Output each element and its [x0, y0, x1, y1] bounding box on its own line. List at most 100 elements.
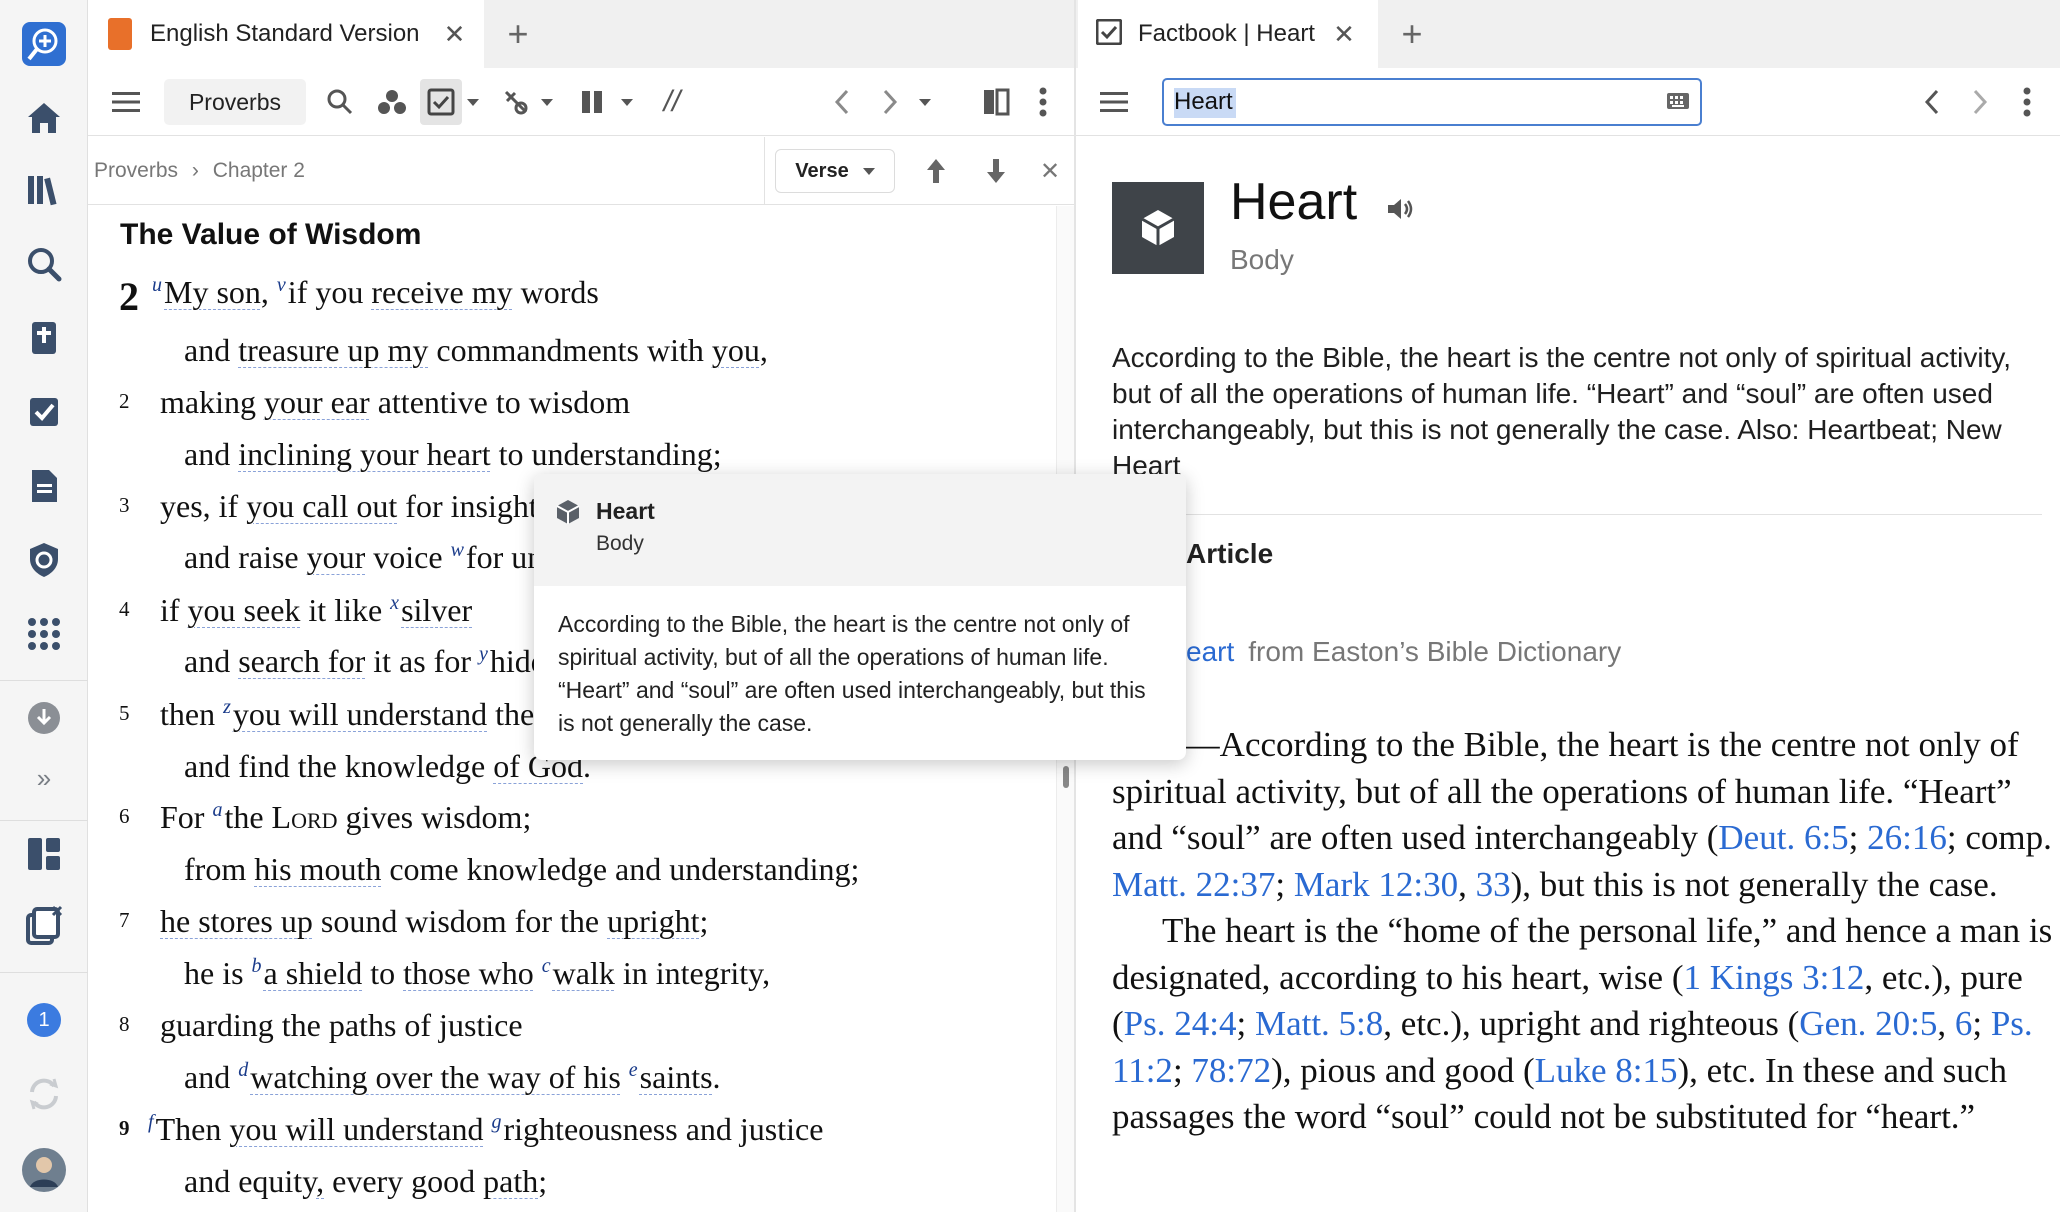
inline-tool-icon[interactable]	[496, 82, 536, 122]
verse-line[interactable]: uMy son, vif you receive my words	[152, 274, 599, 311]
logos-logo-icon[interactable]	[20, 20, 68, 68]
clipboard-close-icon[interactable]	[20, 902, 68, 950]
section-heading: The Value of Wisdom	[120, 218, 422, 251]
expand-icon[interactable]: »	[20, 754, 68, 802]
rail-divider-2	[0, 820, 88, 821]
add-tab-button[interactable]: +	[1392, 14, 1432, 54]
verse-number: 9	[119, 1116, 130, 1140]
tab-factbook[interactable]: Factbook | Heart ✕	[1078, 0, 1378, 68]
breadcrumb-book[interactable]: Proverbs	[94, 159, 178, 182]
verse-line[interactable]: fThen you will understand grighteousness…	[148, 1111, 823, 1148]
breadcrumb: Proverbs › Chapter 2	[94, 159, 305, 183]
reading-plan-icon[interactable]	[420, 79, 462, 125]
verse-line[interactable]: For athe Lord gives wisdom;	[160, 799, 531, 836]
scripture-link[interactable]: 78:72	[1191, 1051, 1271, 1090]
close-tab-icon[interactable]: ✕	[1329, 19, 1359, 50]
document-icon[interactable]	[20, 462, 68, 510]
apps-grid-icon[interactable]	[20, 610, 68, 658]
verse-line[interactable]: making your ear attentive to wisdom	[160, 384, 630, 421]
rail-divider-3	[0, 972, 88, 973]
bible-icon[interactable]	[20, 314, 68, 362]
add-tab-button[interactable]: +	[498, 14, 538, 54]
forward-icon[interactable]	[1960, 82, 2000, 122]
download-icon[interactable]	[20, 694, 68, 742]
parallel-icon[interactable]: //	[652, 82, 692, 122]
right-tabstrip: Factbook | Heart ✕ +	[1076, 0, 2060, 68]
factbook-title: Heart	[1230, 172, 1414, 235]
sync-icon[interactable]	[20, 1070, 68, 1118]
forward-icon[interactable]	[870, 82, 910, 122]
back-icon[interactable]	[822, 82, 862, 122]
panel-menu-icon[interactable]	[1094, 82, 1134, 122]
history-dropdown[interactable]	[916, 82, 934, 122]
verse-line[interactable]: and dwatching over the way of his esaint…	[184, 1059, 721, 1096]
bible-toolbar: Proverbs //	[88, 68, 1074, 136]
breadcrumb-separator: ›	[191, 159, 199, 182]
factbook-search-box[interactable]	[1162, 78, 1702, 126]
article-link[interactable]: eart	[1186, 636, 1234, 667]
columns-dropdown[interactable]	[618, 82, 636, 122]
user-avatar[interactable]	[20, 1146, 68, 1194]
verse-select[interactable]: Verse	[775, 149, 895, 193]
close-location-bar-icon[interactable]: ✕	[1030, 151, 1070, 191]
scripture-link[interactable]: Gen. 20:5	[1799, 1004, 1937, 1043]
visual-filter-icon[interactable]	[372, 82, 412, 122]
verse-line[interactable]: and inclining your heart to understandin…	[184, 436, 722, 473]
search-icon[interactable]	[320, 82, 360, 122]
search-icon[interactable]	[20, 240, 68, 288]
verse-line[interactable]: and treasure up my commandments with you…	[184, 332, 768, 369]
split-view-icon[interactable]	[976, 82, 1016, 122]
verse-line[interactable]: if you seek it like xsilver	[160, 592, 472, 629]
app-rail: » 1	[0, 0, 88, 1212]
popup-subtitle: Body	[596, 532, 644, 555]
more-options-icon[interactable]	[2012, 82, 2042, 122]
rail-divider	[0, 680, 88, 681]
pronunciation-speaker-icon[interactable]	[1386, 175, 1414, 235]
chapter-number: 2	[119, 274, 139, 319]
scripture-link[interactable]: 1 Kings 3:12	[1683, 958, 1864, 997]
back-icon[interactable]	[1912, 82, 1952, 122]
scripture-link[interactable]: Matt. 22:37	[1112, 865, 1275, 904]
layouts-icon[interactable]	[20, 830, 68, 878]
panel-menu-icon[interactable]	[106, 82, 146, 122]
verse-line[interactable]: yes, if you call out for insight	[160, 488, 538, 525]
verse-line[interactable]: guarding the paths of justice	[160, 1007, 523, 1044]
verse-line[interactable]: he stores up sound wisdom for the uprigh…	[160, 903, 708, 940]
scripture-link[interactable]: Mark 12:30	[1294, 865, 1458, 904]
verse-line[interactable]: from his mouth come knowledge and unders…	[184, 851, 859, 888]
notification-badge[interactable]: 1	[20, 996, 68, 1044]
scripture-link[interactable]: Ps. 24:4	[1124, 1004, 1237, 1043]
hover-popup[interactable]: Heart Body According to the Bible, the h…	[534, 474, 1186, 760]
scripture-link[interactable]: Deut. 6:5	[1718, 818, 1848, 857]
reading-plan-dropdown[interactable]	[464, 82, 482, 122]
close-tab-icon[interactable]: ✕	[440, 19, 470, 50]
section-divider	[1112, 514, 2042, 515]
previous-verse-icon[interactable]	[916, 151, 956, 191]
columns-icon[interactable]	[572, 82, 612, 122]
scrollbar-thumb[interactable]	[1063, 766, 1069, 788]
verse-line[interactable]: and equity, every good path;	[184, 1163, 547, 1200]
library-icon[interactable]	[20, 166, 68, 214]
tab-esv[interactable]: English Standard Version ✕	[88, 0, 484, 68]
scripture-link[interactable]: Matt. 5:8	[1255, 1004, 1383, 1043]
home-icon[interactable]	[20, 94, 68, 142]
scripture-link[interactable]: 33	[1476, 865, 1511, 904]
scripture-link[interactable]: Luke 8:15	[1535, 1051, 1678, 1090]
scripture-link[interactable]: 26:16	[1867, 818, 1947, 857]
verse-line[interactable]: he is ba shield to those who cwalk in in…	[184, 955, 770, 992]
factbook-search-input[interactable]	[1174, 86, 1644, 118]
shield-icon[interactable]	[20, 536, 68, 584]
verse-line[interactable]: and find the knowledge of God.	[184, 748, 591, 785]
popup-title[interactable]: Heart	[596, 498, 655, 525]
book-reference-button[interactable]: Proverbs	[164, 79, 306, 125]
verse-number: 6	[119, 804, 130, 828]
workflow-checkbox-icon[interactable]	[20, 388, 68, 436]
scripture-link[interactable]: 6	[1955, 1004, 1973, 1043]
book-icon	[108, 18, 132, 50]
verse-number: 8	[119, 1012, 130, 1036]
next-verse-icon[interactable]	[976, 151, 1016, 191]
inline-tool-dropdown[interactable]	[538, 82, 556, 122]
breadcrumb-chapter[interactable]: Chapter 2	[213, 159, 305, 182]
more-options-icon[interactable]	[1028, 82, 1058, 122]
keyboard-icon[interactable]	[1666, 92, 1690, 115]
